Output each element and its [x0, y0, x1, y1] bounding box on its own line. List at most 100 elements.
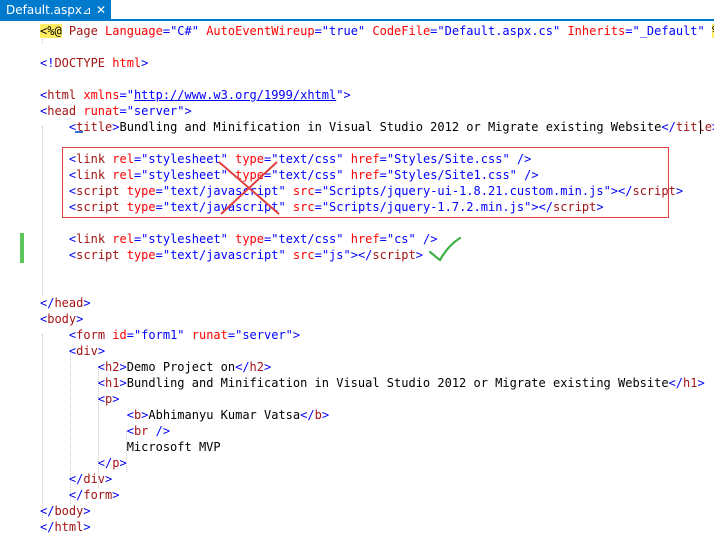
code-line: <br /> — [40, 423, 170, 439]
code-token: src — [292, 248, 315, 262]
code-token: ="js"> — [314, 248, 358, 262]
code-token: > — [141, 56, 149, 70]
code-token: > — [112, 392, 120, 406]
code-token: ="text/javascript" — [155, 248, 293, 262]
text-caret — [75, 131, 83, 133]
code-token: </ — [68, 488, 84, 502]
code-token: html — [112, 56, 142, 70]
code-token: </ — [97, 456, 113, 470]
code-token: href — [350, 232, 380, 246]
code-token: > — [119, 376, 127, 390]
check-mark-icon — [428, 236, 462, 262]
code-token: Abhimanyu Kumar Vatsa — [148, 408, 301, 422]
code-token: Bundling and Minification in Visual Stud… — [119, 120, 662, 134]
code-token: type — [126, 248, 156, 262]
code-token: </ — [661, 120, 676, 134]
code-token: > — [83, 296, 91, 310]
code-line: </form> — [40, 487, 120, 503]
code-token: br — [133, 424, 156, 438]
code-token: "> — [336, 88, 351, 102]
code-token: <! — [40, 56, 55, 70]
code-token: script — [76, 248, 127, 262]
cross-mark-icon — [218, 161, 280, 215]
code-token: div — [76, 344, 98, 358]
code-token: rel — [112, 232, 134, 246]
code-token: html — [47, 88, 84, 102]
code-token: /> — [155, 424, 171, 438]
code-line: Microsoft MVP — [40, 439, 221, 455]
code-line: <p> — [40, 391, 120, 407]
code-token: > — [119, 360, 127, 374]
code-token: form — [83, 488, 113, 502]
code-token: ="form1" — [126, 328, 192, 342]
check-stroke — [428, 236, 462, 262]
pin-icon[interactable]: ⊿ — [81, 0, 93, 21]
code-token: ="true" — [314, 24, 373, 38]
code-token: > — [76, 312, 84, 326]
code-token: < — [97, 376, 106, 390]
code-line: <div> — [40, 343, 105, 359]
code-token: > — [119, 456, 127, 470]
tab-default-aspx[interactable]: Default.aspx ⊿ ✕ — [0, 0, 111, 21]
code-token: DOCTYPE — [54, 56, 113, 70]
code-token: Bundling and Minification in Visual Stud… — [126, 376, 669, 390]
code-token: > — [83, 504, 91, 518]
code-token: </ — [300, 408, 315, 422]
code-token: < — [126, 424, 134, 438]
code-token: b — [314, 408, 322, 422]
code-line: </div> — [40, 471, 112, 487]
code-token: runat — [191, 328, 228, 342]
code-token: script — [372, 248, 416, 262]
code-token: ="_Default" — [625, 24, 712, 38]
tab-title: Default.aspx — [6, 3, 82, 17]
code-token: < — [97, 360, 106, 374]
code-token: CodeFile — [372, 24, 431, 38]
code-line: <b>Abhimanyu Kumar Vatsa</b> — [40, 407, 329, 423]
code-line: </p> — [40, 455, 127, 471]
code-token: AutoEventWireup — [206, 24, 315, 38]
code-token: ="stylesheet" — [133, 232, 236, 246]
code-token: body — [54, 504, 84, 518]
code-token: > — [675, 184, 684, 198]
code-token: > — [264, 360, 272, 374]
code-token: < — [126, 408, 134, 422]
code-token: > — [112, 120, 120, 134]
code-line: <h2>Demo Project on</h2> — [40, 359, 271, 375]
code-token: > — [105, 472, 113, 486]
code-token: ="server"> — [227, 328, 301, 342]
code-token: =" — [119, 88, 134, 102]
code-token: type — [235, 232, 265, 246]
close-icon[interactable]: ✕ — [95, 0, 107, 21]
code-editor[interactable]: <%@ Page Language="C#" AutoEventWireup="… — [40, 21, 714, 541]
document-tabstrip: Default.aspx ⊿ ✕ — [0, 0, 714, 21]
code-token: </ — [668, 376, 684, 390]
code-token: div — [83, 472, 106, 486]
code-token: http://www.w3.org/1999/xhtml — [133, 88, 337, 102]
code-line: <script type="text/javascript" src="js">… — [40, 247, 423, 263]
code-token: h2 — [249, 360, 264, 374]
code-token: </ — [40, 520, 55, 534]
code-token: body — [47, 312, 77, 326]
code-token: </ — [357, 248, 373, 262]
line-end-cursor — [700, 120, 701, 134]
code-token: ="text/css" — [264, 232, 351, 246]
code-token: h1 — [683, 376, 698, 390]
code-token: </ — [40, 296, 55, 310]
code-token: <%@ — [40, 24, 62, 38]
code-line: <%@ Page Language="C#" AutoEventWireup="… — [40, 23, 714, 39]
code-token: h1 — [105, 376, 120, 390]
code-line: <head runat="server"> — [40, 103, 192, 119]
code-token: runat — [83, 104, 120, 118]
